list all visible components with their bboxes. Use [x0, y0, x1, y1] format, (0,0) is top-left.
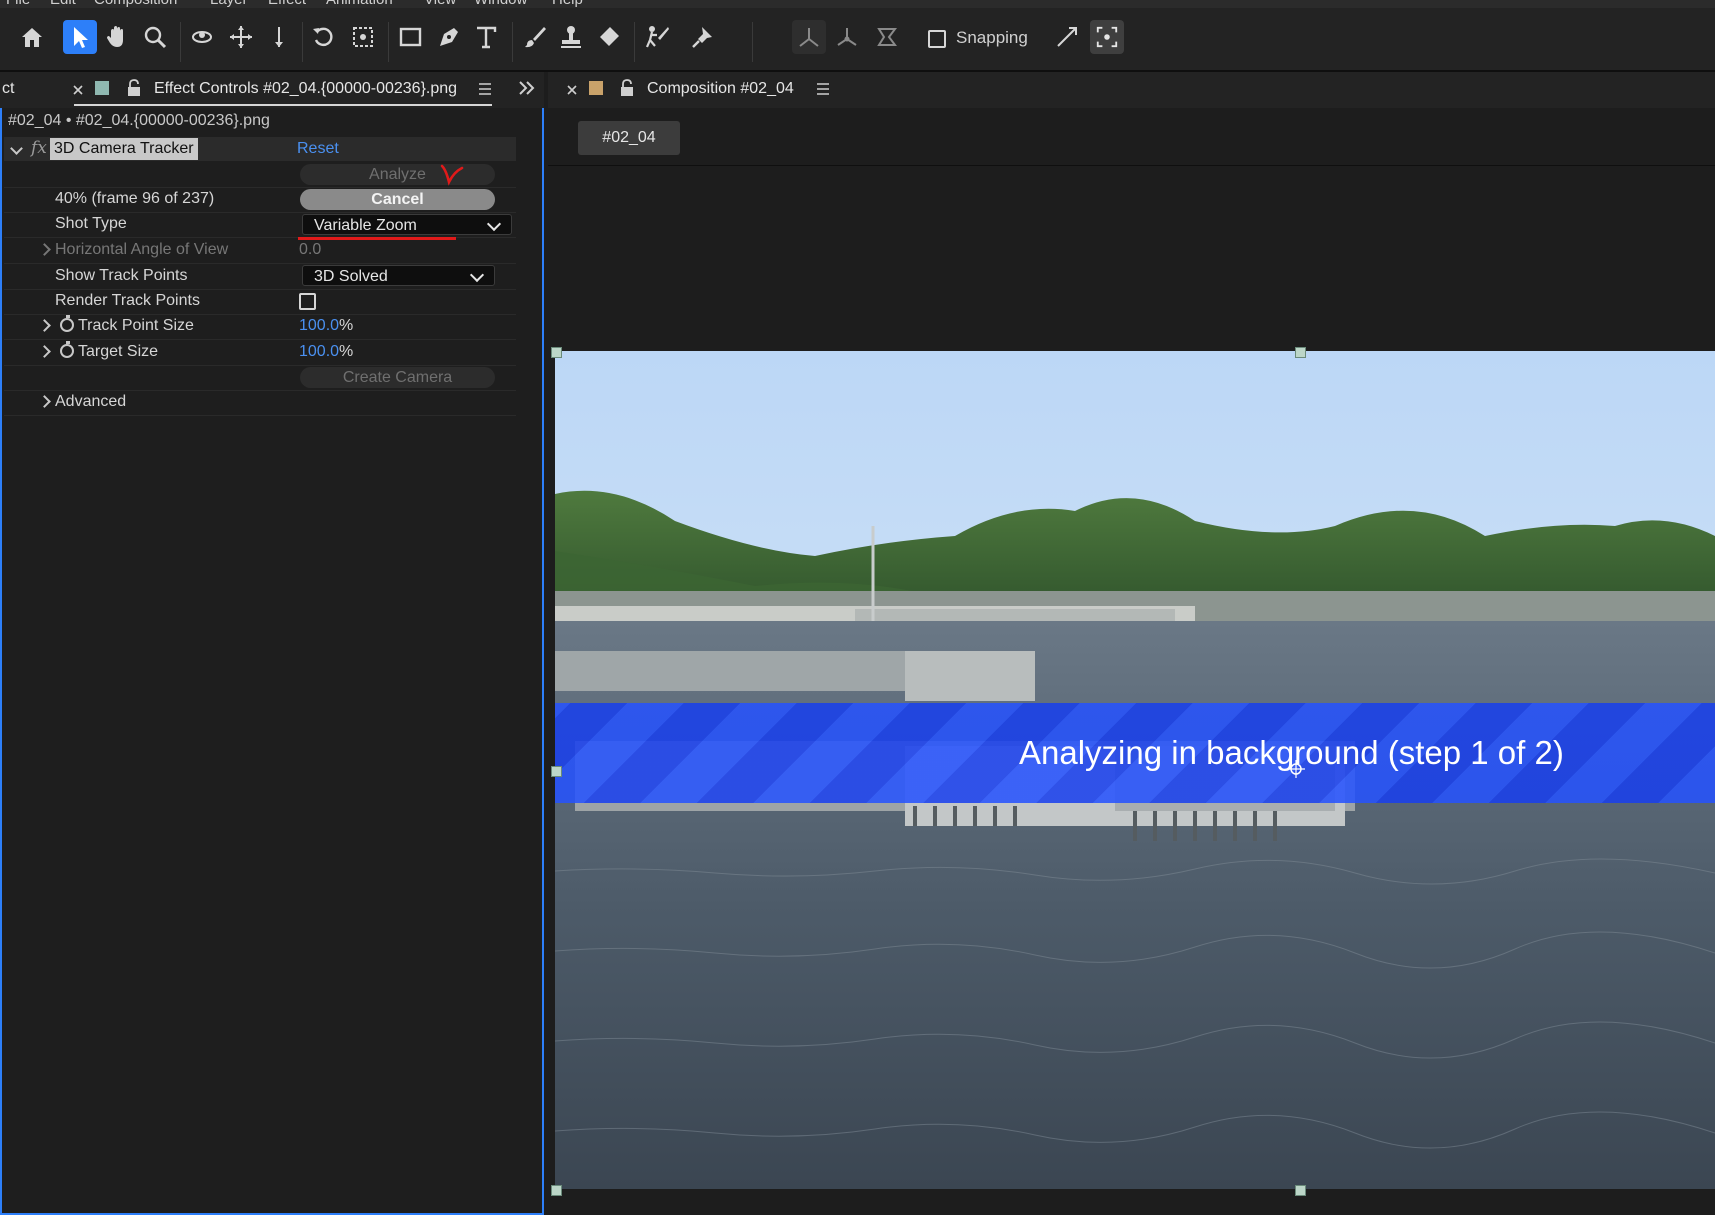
shot-type-row: Shot Type Variable Zoom	[4, 212, 516, 238]
menu-item-edit[interactable]: Edit	[50, 0, 76, 8]
view-axis-icon[interactable]	[872, 22, 902, 52]
label-color-swatch[interactable]	[95, 81, 109, 95]
render-track-points-row: Render Track Points	[4, 289, 516, 315]
rotation-tool-icon[interactable]	[309, 22, 339, 52]
effect-name[interactable]: 3D Camera Tracker	[50, 138, 198, 160]
panel-menu-icon[interactable]	[478, 82, 492, 96]
chevron-right-icon[interactable]	[38, 319, 51, 332]
close-icon[interactable]	[72, 83, 84, 95]
composition-tab-title[interactable]: Composition #02_04	[647, 80, 794, 98]
chevron-right-icon[interactable]	[38, 345, 51, 358]
horizontal-angle-value[interactable]: 0.0	[299, 241, 321, 259]
target-size-value[interactable]: 100.0	[299, 343, 339, 360]
progress-row: 40% (frame 96 of 237) Cancel	[4, 187, 516, 213]
track-point-size-field[interactable]: 100.0%	[299, 317, 353, 335]
pan-behind-icon[interactable]	[348, 22, 378, 52]
menu-item-composition[interactable]: Composition	[94, 0, 177, 8]
close-icon[interactable]	[566, 83, 578, 95]
shot-type-label: Shot Type	[55, 215, 127, 232]
target-size-label: Target Size	[78, 343, 159, 360]
anchor-point-icon[interactable]	[1287, 760, 1305, 778]
fx-icon[interactable]: fx	[31, 138, 47, 158]
create-camera-button[interactable]: Create Camera	[300, 367, 495, 388]
chevron-right-icon[interactable]	[38, 243, 51, 256]
cut-off-tab-label[interactable]: ct	[2, 80, 14, 98]
percent-unit: %	[339, 343, 354, 360]
stopwatch-icon[interactable]	[60, 341, 74, 358]
snapping-checkbox[interactable]	[928, 30, 946, 48]
pen-tool-icon[interactable]	[434, 22, 464, 52]
menu-item-animation[interactable]: Animation	[326, 0, 393, 8]
pan-camera-icon[interactable]	[226, 22, 256, 52]
snap-features-icon[interactable]	[1090, 20, 1124, 54]
progress-label: 40% (frame 96 of 237)	[55, 190, 215, 207]
hand-tool-icon[interactable]	[102, 22, 132, 52]
transform-handle[interactable]	[1295, 1185, 1306, 1196]
stopwatch-icon[interactable]	[60, 315, 74, 332]
cancel-button[interactable]: Cancel	[300, 189, 495, 210]
type-tool-icon[interactable]	[472, 22, 502, 52]
advanced-row: Advanced	[4, 390, 516, 416]
track-point-size-row: Track Point Size 100.0%	[4, 314, 516, 340]
zoom-tool-icon[interactable]	[140, 22, 170, 52]
render-track-points-label: Render Track Points	[55, 292, 200, 309]
local-axis-icon[interactable]	[792, 20, 826, 54]
divider	[548, 165, 1715, 166]
menu-bar: File Edit Composition Layer Effect Anima…	[0, 0, 1715, 8]
menu-item-effect[interactable]: Effect	[268, 0, 306, 8]
chevron-down-icon	[486, 216, 502, 232]
breadcrumb: #02_04 • #02_04.{00000-00236}.png	[8, 112, 270, 129]
menu-item-layer[interactable]: Layer	[210, 0, 248, 8]
show-track-points-label: Show Track Points	[55, 267, 188, 284]
track-point-size-value[interactable]: 100.0	[299, 317, 339, 334]
transform-handle[interactable]	[1295, 347, 1306, 358]
show-track-points-value: 3D Solved	[314, 268, 388, 285]
horizontal-angle-row: Horizontal Angle of View 0.0	[4, 238, 516, 264]
puppet-pin-icon[interactable]	[688, 22, 718, 52]
menu-item-window[interactable]: Window	[474, 0, 527, 8]
eraser-icon[interactable]	[594, 22, 624, 52]
target-size-row: Target Size 100.0%	[4, 340, 516, 366]
chevron-down-icon	[469, 267, 485, 283]
transform-handle[interactable]	[551, 766, 562, 777]
track-point-size-label: Track Point Size	[78, 317, 194, 334]
percent-unit: %	[339, 317, 354, 334]
orbit-camera-icon[interactable]	[188, 22, 218, 52]
chevron-right-icon[interactable]	[38, 395, 51, 408]
advanced-label[interactable]: Advanced	[55, 393, 126, 411]
snapping-label: Snapping	[956, 28, 1028, 47]
home-icon[interactable]	[17, 22, 47, 52]
label-color-swatch[interactable]	[589, 81, 603, 95]
lock-icon[interactable]	[126, 79, 142, 97]
lock-icon[interactable]	[619, 79, 635, 97]
menu-item-file[interactable]: File	[6, 0, 30, 8]
brush-tool-icon[interactable]	[520, 22, 550, 52]
snap-edges-icon[interactable]	[1052, 22, 1082, 52]
red-checkmark-annotation	[440, 160, 470, 186]
panel-menu-icon[interactable]	[816, 82, 830, 96]
shot-type-dropdown[interactable]: Variable Zoom	[302, 214, 512, 235]
show-track-points-dropdown[interactable]: 3D Solved	[302, 265, 495, 286]
double-chevron-right-icon[interactable]	[518, 80, 536, 96]
clone-stamp-icon[interactable]	[556, 22, 586, 52]
target-size-field[interactable]: 100.0%	[299, 343, 353, 361]
roto-brush-icon[interactable]	[642, 22, 672, 52]
world-axis-icon[interactable]	[832, 22, 862, 52]
effect-controls-tab-title[interactable]: Effect Controls #02_04.{00000-00236}.png	[154, 80, 457, 98]
render-track-points-checkbox[interactable]	[299, 293, 316, 310]
menu-item-view[interactable]: View	[424, 0, 456, 8]
horizontal-angle-label: Horizontal Angle of View	[55, 241, 229, 258]
transform-handle[interactable]	[551, 347, 562, 358]
show-track-points-row: Show Track Points 3D Solved	[4, 264, 516, 290]
menu-item-help[interactable]: Help	[552, 0, 583, 8]
active-tab-underline	[74, 104, 492, 106]
selection-tool-icon[interactable]	[63, 20, 97, 54]
create-camera-row: Create Camera	[4, 365, 516, 391]
rectangle-tool-icon[interactable]	[396, 22, 426, 52]
reset-link[interactable]: Reset	[297, 140, 339, 158]
dolly-camera-icon[interactable]	[264, 22, 294, 52]
shot-type-value: Variable Zoom	[314, 217, 417, 234]
composition-breadcrumb-chip[interactable]: #02_04	[578, 121, 680, 155]
transform-handle[interactable]	[551, 1185, 562, 1196]
